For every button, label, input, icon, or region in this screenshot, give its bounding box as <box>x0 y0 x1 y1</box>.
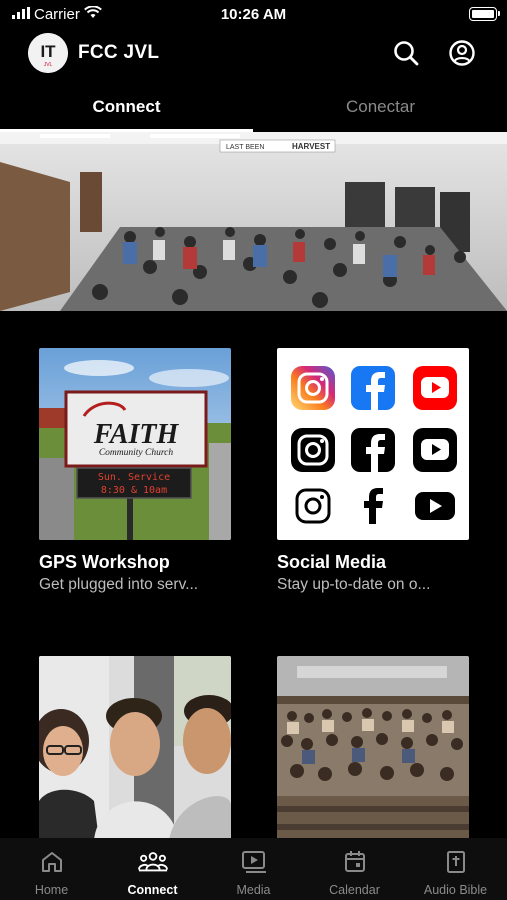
facebook-black-icon <box>351 428 395 472</box>
nav-home[interactable]: Home <box>1 838 102 900</box>
tab-connect[interactable]: Connect <box>0 82 253 132</box>
hero-banner-left: LAST BEEN <box>226 144 264 151</box>
nav-media[interactable]: Media <box>203 838 304 900</box>
logo-subtext: JVL <box>44 62 53 68</box>
nav-label-media: Media <box>236 883 271 897</box>
card-people-photo[interactable] <box>39 656 231 860</box>
hero-banner-right: HARVEST <box>292 142 330 151</box>
social-icons-grid <box>277 348 469 540</box>
tab-conectar[interactable]: Conectar <box>254 82 507 132</box>
logo-text: IT <box>40 42 56 61</box>
nav-label-calendar: Calendar <box>329 883 380 897</box>
nav-label-audio-bible: Audio Bible <box>423 883 488 897</box>
nav-calendar[interactable]: Calendar <box>304 838 405 900</box>
instagram-color-icon <box>291 366 335 410</box>
hero-image[interactable]: LAST BEEN HARVEST <box>0 132 507 311</box>
instagram-black-icon <box>291 428 335 472</box>
home-icon <box>37 848 67 876</box>
card-title-social-media: Social Media <box>277 552 387 572</box>
hero-photo: LAST BEEN HARVEST <box>0 132 507 311</box>
logo-icon: IT JVL <box>28 33 68 73</box>
card-congregation-photo[interactable] <box>277 656 469 860</box>
youtube-outline-icon <box>415 492 455 520</box>
tab-bar: Connect Conectar <box>0 82 507 132</box>
bible-icon <box>441 848 471 876</box>
profile-button[interactable] <box>447 38 477 68</box>
people-photo <box>39 656 231 840</box>
card-title-gps-workshop: GPS Workshop <box>39 552 170 572</box>
media-icon <box>239 848 269 876</box>
card-image-social-media <box>277 348 469 540</box>
status-bar: Carrier 10:26 AM <box>0 0 507 30</box>
card-image-gps-workshop: FAITH Community Church Sun. Service 8:30… <box>39 348 231 540</box>
calendar-icon <box>340 848 370 876</box>
people-icon <box>137 848 168 876</box>
battery-icon <box>469 7 500 21</box>
youtube-color-icon <box>413 366 457 410</box>
nav-label-connect: Connect <box>127 883 178 897</box>
church-sign-image: FAITH Community Church Sun. Service 8:30… <box>39 348 231 540</box>
app-logo[interactable]: IT JVL <box>28 33 68 73</box>
sign-subtitle: Community Church <box>99 448 174 458</box>
sign-title: FAITH <box>93 419 180 450</box>
card-image-people <box>39 656 231 848</box>
search-button[interactable] <box>391 38 421 68</box>
congregation-photo <box>277 656 469 840</box>
nav-label-home: Home <box>34 883 69 897</box>
sign-led-line1: Sun. Service <box>98 472 170 483</box>
card-social-media[interactable]: Social Media Stay up-to-date on o... <box>277 348 469 594</box>
card-gps-workshop[interactable]: FAITH Community Church Sun. Service 8:30… <box>39 348 231 594</box>
card-subtitle-social-media: Stay up-to-date on o... <box>277 576 431 593</box>
status-time: 10:26 AM <box>220 6 287 23</box>
sign-led-line2: 8:30 & 10am <box>101 485 167 496</box>
bottom-nav: Home Connect Media Calendar Audio Bible <box>0 838 507 900</box>
app-header: IT JVL FCC JVL <box>0 30 507 78</box>
facebook-color-icon <box>351 366 395 410</box>
app-title: FCC JVL <box>78 42 160 63</box>
youtube-black-icon <box>413 428 457 472</box>
search-icon <box>394 41 419 66</box>
nav-audio-bible[interactable]: Audio Bible <box>405 838 506 900</box>
card-subtitle-gps-workshop: Get plugged into serv... <box>39 576 199 593</box>
account-icon <box>449 40 475 66</box>
nav-connect[interactable]: Connect <box>102 838 203 900</box>
card-image-congregation <box>277 656 469 848</box>
